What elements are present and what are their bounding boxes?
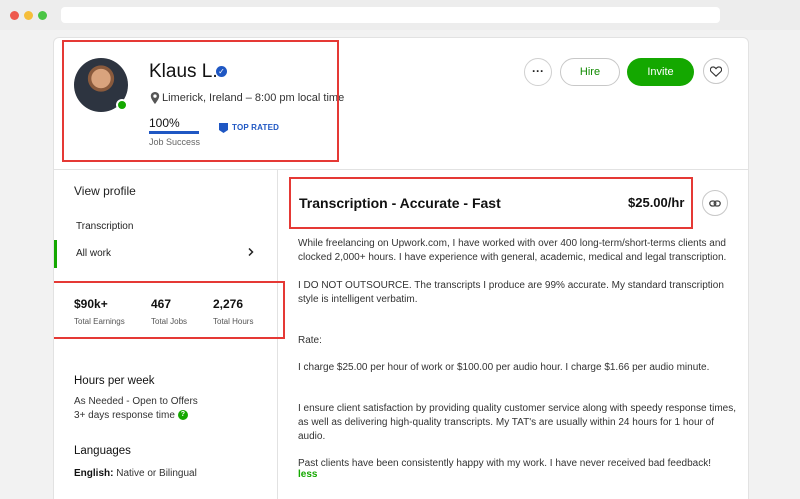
response-time-text: 3+ days response time (74, 410, 175, 421)
active-item-indicator (54, 240, 57, 268)
overview-paragraph: I DO NOT OUTSOURCE. The transcripts I pr… (298, 280, 724, 305)
stat-value: 2,276 (213, 297, 244, 311)
overview-paragraph: While freelancing on Upwork.com, I have … (298, 238, 727, 263)
availability-text: As Needed - Open to Offers (74, 396, 198, 407)
heart-icon (710, 66, 722, 77)
verified-badge-icon: ✓ (216, 66, 227, 77)
show-less-link[interactable]: less (298, 469, 317, 480)
invite-button[interactable]: Invite (627, 58, 694, 86)
language-level: Native or Bilingual (116, 468, 197, 479)
stat-value: 467 (151, 297, 172, 311)
overview-paragraph: Rate: (298, 335, 322, 346)
response-time-row: 3+ days response time? (74, 410, 188, 421)
freelancer-name: Klaus L. (149, 61, 218, 82)
job-success-label: Job Success (149, 137, 201, 147)
profile-card: Klaus L. ✓ Limerick, Ireland – 8:00 pm l… (53, 37, 749, 499)
stat-total-jobs: 467 Total Jobs (151, 297, 187, 326)
language-name: English: (74, 468, 114, 479)
save-favorite-button[interactable] (703, 58, 729, 84)
location-pin-icon (150, 92, 160, 104)
overview-paragraph: Past clients have been consistently happ… (298, 458, 712, 469)
overview-paragraph: I charge $25.00 per hour of work or $100… (298, 362, 710, 373)
question-icon[interactable]: ? (177, 410, 188, 421)
stat-label: Total Earnings (74, 317, 125, 326)
link-icon (709, 200, 721, 207)
close-window-dot[interactable] (10, 11, 19, 20)
stat-label: Total Jobs (151, 317, 188, 326)
overview-paragraph: I ensure client satisfaction by providin… (298, 403, 736, 442)
stat-value: $90k+ (74, 297, 108, 311)
job-title: Transcription - Accurate - Fast (299, 195, 501, 211)
language-row: English: Native or Bilingual (74, 468, 197, 479)
location-text: Limerick, Ireland – 8:00 pm local time (162, 92, 345, 104)
copy-link-button[interactable] (702, 190, 728, 216)
chevron-right-icon[interactable] (247, 248, 255, 256)
stat-label: Total Hours (213, 317, 254, 326)
job-success-value: 100% (149, 116, 180, 130)
top-rated-badge-icon (219, 123, 228, 133)
address-bar[interactable] (61, 7, 720, 23)
more-options-button[interactable]: ··· (524, 58, 552, 86)
sidebar-item-all-work[interactable]: All work (76, 248, 111, 259)
stat-total-hours: 2,276 Total Hours (213, 297, 253, 326)
hours-per-week-heading: Hours per week (74, 375, 155, 387)
stat-total-earnings: $90k+ Total Earnings (74, 297, 125, 326)
hire-button[interactable]: Hire (560, 58, 620, 86)
sidebar-divider (277, 169, 278, 499)
header-divider (54, 169, 748, 170)
hourly-rate: $25.00/hr (628, 195, 685, 210)
maximize-window-dot[interactable] (38, 11, 47, 20)
languages-heading: Languages (74, 445, 131, 457)
browser-chrome (0, 0, 800, 30)
top-rated-label: TOP RATED (232, 123, 280, 132)
minimize-window-dot[interactable] (24, 11, 33, 20)
online-status-indicator (116, 99, 128, 111)
job-success-bar (149, 131, 199, 134)
view-profile-heading: View profile (74, 184, 136, 198)
sidebar-item-transcription[interactable]: Transcription (76, 221, 133, 232)
